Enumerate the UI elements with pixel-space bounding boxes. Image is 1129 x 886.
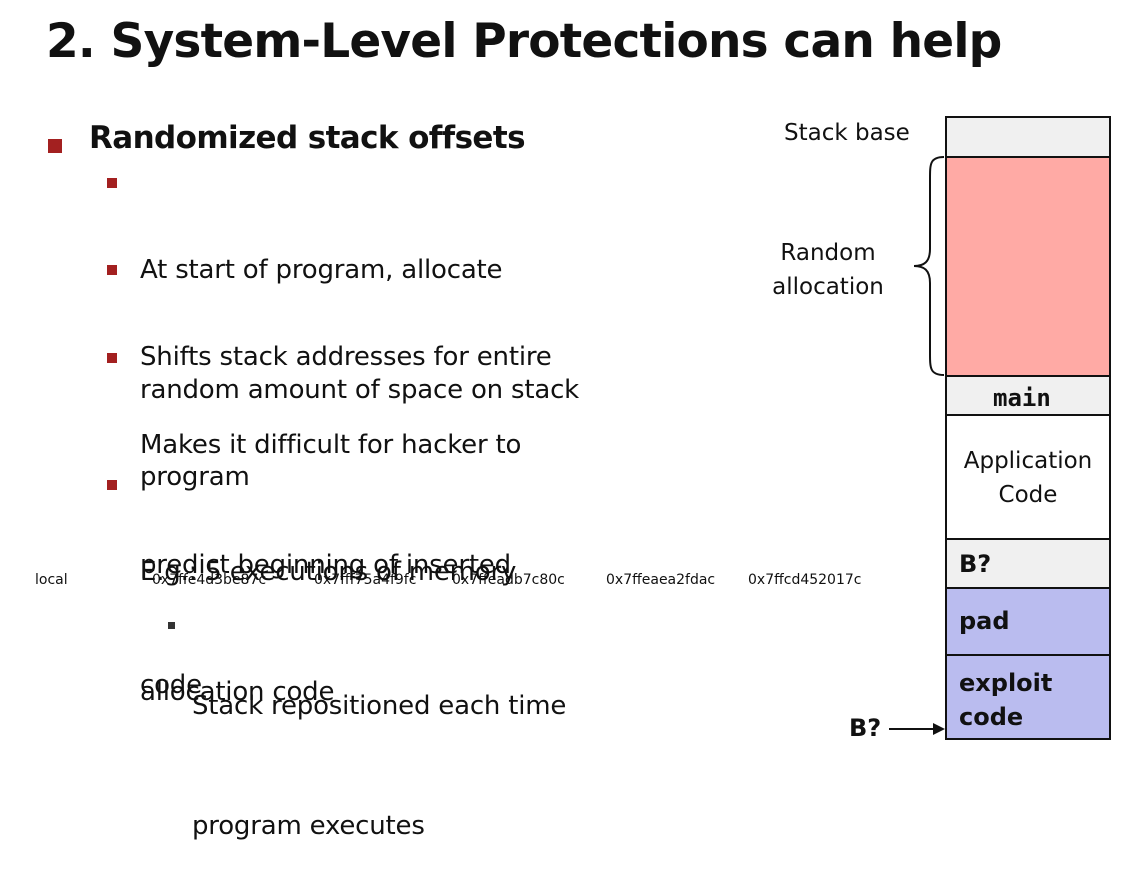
text-line: code [959,703,1024,731]
pad-label: pad [959,607,1010,635]
text-line: Code [998,482,1058,508]
text-line: allocation [772,274,884,300]
address-label: local [35,572,68,588]
stack-base-box [945,116,1111,158]
address-value: 0x7ffcd452017c [748,572,862,588]
random-allocation-box [945,156,1111,377]
application-code-box: Application Code [945,414,1111,540]
random-allocation-label: Random allocation [768,236,888,304]
application-code-label: Application Code [947,444,1109,512]
main-label: main [993,384,1051,412]
sub-bullet-marker [107,265,117,275]
sub-bullet-marker [107,353,117,363]
address-value: 0x7ffe4d3be87c [152,572,267,588]
pointer-label: B? [849,714,882,742]
text-line: Stack repositioned each time [192,691,567,721]
text-line: program executes [192,811,425,841]
exploit-code-box: exploit code [945,654,1111,740]
sub-bullet-marker [107,178,117,188]
tertiary-bullet-text: Stack repositioned each time program exe… [192,606,566,886]
text-line: Application [963,448,1093,474]
b-label: B? [959,550,992,578]
main-frame-box: main [945,375,1111,416]
text-line: Random [780,240,876,266]
arrow-right-icon [889,723,945,735]
brace-icon [913,156,945,376]
b-box: B? [945,538,1111,589]
text-line: Makes it difficult for hacker to [140,430,522,460]
pad-box: pad [945,587,1111,656]
exploit-code-label: exploit code [959,666,1052,734]
text-line: exploit [959,669,1053,697]
tertiary-bullet-marker [168,622,175,629]
bullet-heading: Randomized stack offsets [89,120,526,156]
page-title: 2. System-Level Protections can help [46,14,1002,69]
stack-base-label: Stack base [784,120,910,146]
address-value: 0x7ffeaea2fdac [606,572,716,588]
address-value: 0x7ffeadb7c80c [452,572,565,588]
sub-bullet-marker [107,480,117,490]
address-value: 0x7fff75a4f9fc [314,572,417,588]
bullet-marker [48,139,62,153]
